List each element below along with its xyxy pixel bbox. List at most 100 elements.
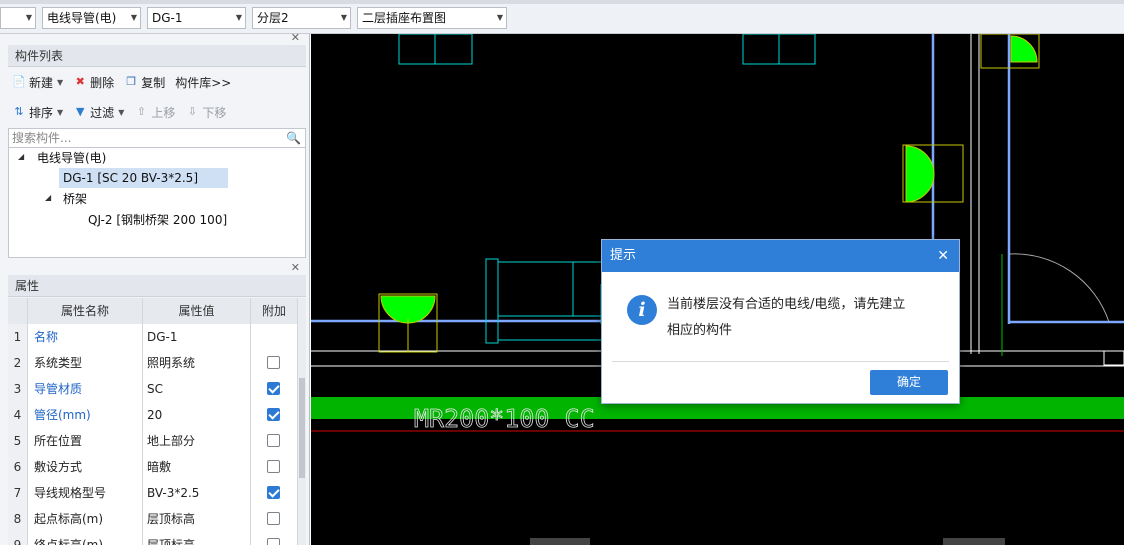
tree-item-dg1[interactable]: DG-1 [SC 20 BV-3*2.5] [59, 168, 228, 188]
property-name: 导管材质 [28, 376, 143, 402]
table-row[interactable]: 3 导管材质 SC [8, 376, 298, 402]
tree-expand-icon[interactable]: ◢ [18, 152, 24, 161]
top-toolbar: ▼ 电线导管(电) ▼ DG-1 ▼ 分层2 ▼ 二层插座布置图 ▼ [0, 0, 1124, 34]
copy-icon: ❐ [126, 75, 137, 88]
property-extra-cell [251, 480, 298, 506]
checkbox-checked[interactable] [267, 408, 280, 421]
property-extra-cell [251, 532, 298, 545]
property-value[interactable]: SC [143, 376, 251, 402]
close-icon[interactable]: ✕ [291, 31, 300, 44]
property-value[interactable]: 层顶标高 [143, 506, 251, 532]
copy-button-label: 复制 [141, 75, 166, 90]
arrow-down-icon: ⇩ [187, 105, 197, 118]
checkbox-checked[interactable] [267, 382, 280, 395]
search-icon[interactable]: 🔍 [286, 129, 301, 147]
component-toolbar-row2: ⇅ 排序 ▼ ▼ 过滤 ▼ ⇧ 上移 ⇩ 下移 [8, 98, 306, 126]
combo-category[interactable]: ▼ [0, 7, 36, 29]
bottom-block [943, 538, 1005, 545]
table-row[interactable]: 7 导线规格型号 BV-3*2.5 [8, 480, 298, 506]
properties-title: 属性 [15, 279, 40, 293]
new-document-icon: 📄 [12, 75, 26, 88]
property-value[interactable]: 地上部分 [143, 428, 251, 454]
close-icon[interactable]: ✕ [937, 240, 949, 272]
left-panel: ✕ 构件列表 📄 新建 ▼ ✖ 删除 ❐ 复制 构件库>> ⇅ 排序 ▼ ▼ 过滤 ▼ ⇧ 上移 … [0, 31, 310, 545]
property-value[interactable]: DG-1 [143, 324, 251, 350]
property-value[interactable]: 20 [143, 402, 251, 428]
component-toolbar-row1: 📄 新建 ▼ ✖ 删除 ❐ 复制 构件库>> [8, 68, 306, 96]
tree-item-conduit-group[interactable]: 电线导管(电) [37, 148, 106, 168]
tree-expand-icon[interactable]: ◢ [45, 193, 51, 202]
combo-drawing-value: 二层插座布置图 [362, 11, 447, 25]
property-name: 系统类型 [28, 350, 143, 376]
properties-scrollbar[interactable] [298, 298, 306, 545]
property-value[interactable]: 暗敷 [143, 454, 251, 480]
delete-button[interactable]: ✖ 删除 [73, 74, 115, 91]
dialog-message: 当前楼层没有合适的电线/电缆，请先建立 相应的构件 [667, 292, 947, 344]
table-row[interactable]: 8 起点标高(m) 层顶标高 [8, 506, 298, 532]
checkbox-unchecked[interactable] [267, 460, 280, 473]
table-row[interactable]: 4 管径(mm) 20 [8, 402, 298, 428]
tree-item-qj2[interactable]: QJ-2 [钢制桥架 200 100] [88, 210, 227, 230]
combo-component-type-value: 电线导管(电) [47, 11, 117, 25]
library-button-label: 构件库>> [175, 75, 232, 90]
scrollbar-thumb[interactable] [299, 378, 305, 478]
bottom-block [530, 538, 590, 545]
dialog-message-line2: 相应的构件 [667, 323, 733, 338]
ok-button[interactable]: 确定 [870, 370, 948, 395]
property-name: 导线规格型号 [28, 480, 143, 506]
property-value[interactable]: 层顶标高 [143, 532, 251, 545]
new-button[interactable]: 📄 新建 ▼ [12, 74, 63, 91]
delete-button-label: 删除 [90, 75, 115, 90]
property-name: 终点标高(m) [28, 532, 143, 545]
tray-label: MR200*100 CC [414, 404, 595, 433]
row-number: 3 [8, 376, 28, 402]
property-extra-cell [251, 506, 298, 532]
socket-symbol [380, 295, 436, 324]
chevron-down-icon: ▼ [130, 13, 137, 22]
combo-component[interactable]: DG-1 ▼ [147, 7, 246, 29]
combo-layer-value: 分层2 [257, 11, 289, 25]
column-header-extra: 附加 [251, 298, 298, 324]
chevron-down-icon: ▼ [235, 13, 242, 22]
checkbox-unchecked[interactable] [267, 538, 280, 545]
property-extra-cell [251, 428, 298, 454]
sort-button[interactable]: ⇅ 排序 ▼ [12, 104, 63, 121]
property-value[interactable]: 照明系统 [143, 350, 251, 376]
search-input[interactable]: 搜索构件... 🔍 [8, 128, 306, 148]
property-extra-cell [251, 350, 298, 376]
chevron-down-icon: ▼ [57, 77, 64, 87]
tree-item-tray-group[interactable]: 桥架 [63, 189, 87, 209]
property-name: 敷设方式 [28, 454, 143, 480]
row-number: 2 [8, 350, 28, 376]
copy-button[interactable]: ❐ 复制 [124, 74, 165, 91]
checkbox-unchecked[interactable] [267, 434, 280, 447]
furniture-shape [497, 261, 604, 341]
move-up-button[interactable]: ⇧ 上移 [134, 104, 176, 121]
dialog-title: 提示 [610, 248, 637, 263]
info-icon: i [627, 295, 657, 325]
table-row[interactable]: 1 名称 DG-1 [8, 324, 298, 350]
component-list-title: 构件列表 [15, 49, 64, 63]
combo-drawing[interactable]: 二层插座布置图 ▼ [357, 7, 507, 29]
combo-layer[interactable]: 分层2 ▼ [252, 7, 351, 29]
library-button[interactable]: 构件库>> [175, 74, 231, 91]
close-icon[interactable]: ✕ [291, 261, 300, 274]
combo-component-type[interactable]: 电线导管(电) ▼ [42, 7, 141, 29]
filter-button[interactable]: ▼ 过滤 ▼ [73, 104, 124, 121]
table-row[interactable]: 6 敷设方式 暗敷 [8, 454, 298, 480]
filter-icon: ▼ [75, 105, 85, 118]
table-row[interactable]: 5 所在位置 地上部分 [8, 428, 298, 454]
checkbox-checked[interactable] [267, 486, 280, 499]
move-down-button[interactable]: ⇩ 下移 [185, 104, 227, 121]
table-row[interactable]: 2 系统类型 照明系统 [8, 350, 298, 376]
row-number: 4 [8, 402, 28, 428]
table-row[interactable]: 9 终点标高(m) 层顶标高 [8, 532, 298, 545]
checkbox-unchecked[interactable] [267, 356, 280, 369]
row-number: 6 [8, 454, 28, 480]
prompt-dialog: 提示 ✕ i 当前楼层没有合适的电线/电缆，请先建立 相应的构件 确定 [601, 239, 960, 404]
property-value[interactable]: BV-3*2.5 [143, 480, 251, 506]
row-number: 9 [8, 532, 28, 545]
property-extra-cell [251, 402, 298, 428]
chevron-down-icon: ▼ [340, 13, 347, 22]
checkbox-unchecked[interactable] [267, 512, 280, 525]
